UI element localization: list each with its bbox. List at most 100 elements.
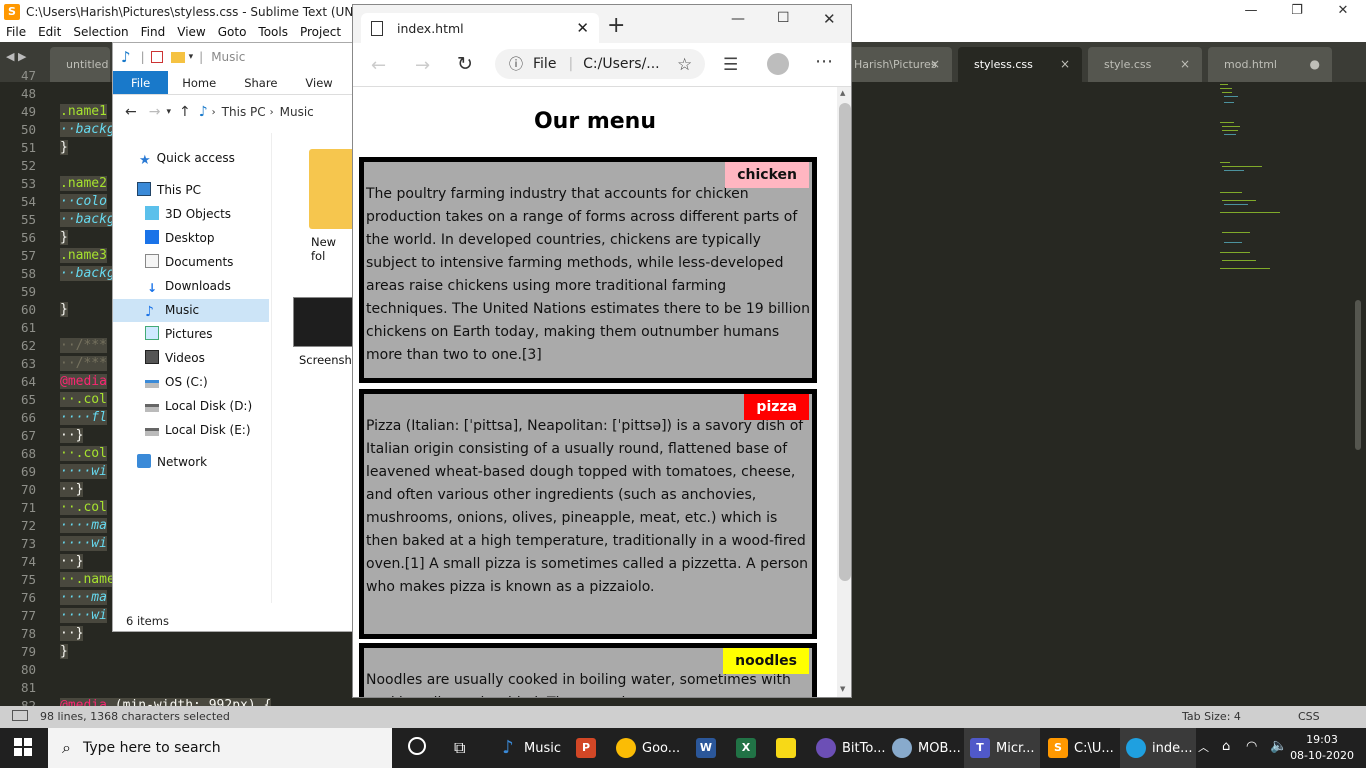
- tab-close-icon[interactable]: ×: [1060, 47, 1070, 82]
- taskbar-app-teams[interactable]: T Micr...: [964, 728, 1040, 768]
- ribbon-tab-share[interactable]: Share: [230, 71, 291, 94]
- syntax-status[interactable]: CSS: [1298, 710, 1320, 723]
- nav-documents[interactable]: Documents: [113, 251, 269, 274]
- tab-styless-css[interactable]: styless.css ×: [958, 47, 1082, 82]
- taskbar-app-chrome[interactable]: Goo...: [610, 728, 686, 768]
- line-number: 72: [20, 518, 36, 533]
- more-options-icon[interactable]: ⋯: [815, 51, 833, 72]
- info-icon[interactable]: ⓘ: [509, 54, 523, 74]
- taskbar-clock[interactable]: 19:03 08-10-2020: [1290, 732, 1354, 764]
- taskbar-app-sublime[interactable]: S C:\U...: [1042, 728, 1118, 768]
- edge-tab-bar: index.html ✕ + — ☐ ✕: [353, 5, 851, 43]
- restore-icon[interactable]: ❐: [1274, 0, 1320, 24]
- close-icon[interactable]: ✕: [1320, 0, 1366, 24]
- breadcrumb-this-pc[interactable]: This PC: [222, 105, 266, 119]
- favorite-star-icon[interactable]: ☆: [677, 55, 692, 75]
- close-tab-icon[interactable]: ✕: [576, 19, 589, 37]
- recent-locations-icon[interactable]: ▾: [166, 107, 171, 117]
- browser-tab[interactable]: index.html ✕: [361, 13, 599, 43]
- menu-tools[interactable]: Tools: [252, 24, 294, 42]
- taskbar-app-edge[interactable]: inde...: [1120, 728, 1196, 768]
- volume-icon[interactable]: 🔈: [1270, 738, 1287, 754]
- back-arrow-icon[interactable]: ←: [371, 55, 386, 76]
- tab-untitled[interactable]: untitled: [50, 47, 110, 82]
- panel-toggle-icon[interactable]: [12, 710, 28, 721]
- close-window-icon[interactable]: ✕: [823, 10, 836, 28]
- scroll-down-icon[interactable]: ▼: [840, 685, 845, 693]
- ribbon-tab-view[interactable]: View: [291, 71, 346, 94]
- menu-project[interactable]: Project: [294, 24, 347, 42]
- taskbar-app-sticky-notes[interactable]: [770, 728, 806, 768]
- menu-find[interactable]: Find: [135, 24, 172, 42]
- show-hidden-icons-icon[interactable]: ︿: [1198, 739, 1209, 755]
- taskbar-app-powerpoint[interactable]: P: [570, 728, 606, 768]
- nav-network[interactable]: Network: [113, 451, 269, 474]
- tab-scroll-arrows-icon[interactable]: ◀ ▶: [6, 50, 26, 63]
- up-arrow-icon[interactable]: ↑: [179, 104, 191, 120]
- folder-icon[interactable]: [170, 51, 185, 63]
- windows-start-icon[interactable]: [14, 738, 32, 756]
- nav-os-c[interactable]: OS (C:): [113, 371, 269, 394]
- ribbon-tab-file[interactable]: File: [113, 71, 169, 94]
- nav-music[interactable]: ♪ Music: [113, 299, 269, 322]
- taskbar-app-music[interactable]: ♪ Music: [492, 728, 564, 768]
- minimize-icon[interactable]: —: [1228, 0, 1274, 24]
- cortana-icon[interactable]: [408, 737, 426, 755]
- tab-dirty-icon[interactable]: ●: [1310, 47, 1320, 82]
- tab-close-icon[interactable]: ×: [1180, 47, 1190, 82]
- address-bar[interactable]: ⓘ File | C:/Users/...: [495, 49, 705, 79]
- favorites-list-icon[interactable]: ☰: [723, 55, 738, 75]
- tab-close-icon[interactable]: ×: [930, 47, 940, 82]
- maximize-icon[interactable]: ☐: [777, 10, 790, 26]
- quick-access-toolbar-dropdown-icon[interactable]: ▾: [189, 52, 194, 62]
- line-number: 65: [20, 392, 36, 407]
- nav-this-pc[interactable]: This PC: [113, 179, 269, 202]
- taskbar-app-mobaxterm[interactable]: MOB...: [886, 728, 962, 768]
- new-tab-button[interactable]: +: [607, 13, 625, 38]
- nav-downloads[interactable]: ↓ Downloads: [113, 275, 269, 298]
- sublime-minimap[interactable]: [1218, 82, 1350, 282]
- menu-selection[interactable]: Selection: [67, 24, 134, 42]
- forward-arrow-icon[interactable]: →: [415, 55, 430, 76]
- nav-local-disk-e[interactable]: Local Disk (E:): [113, 419, 269, 442]
- breadcrumb-music[interactable]: Music: [280, 105, 314, 119]
- tab-harish-pictures[interactable]: Harish\Pictures ×: [838, 47, 952, 82]
- task-view-icon[interactable]: ⧉: [454, 738, 465, 758]
- network-tray-icon[interactable]: ⌂: [1222, 739, 1230, 754]
- sublime-status-bar: 98 lines, 1368 characters selected Tab S…: [0, 706, 1366, 728]
- sublime-scrollbar[interactable]: [1355, 300, 1361, 450]
- nav-pictures[interactable]: Pictures: [113, 323, 269, 346]
- scroll-up-icon[interactable]: ▲: [840, 89, 845, 97]
- nav-quick-access[interactable]: ★ Quick access: [113, 147, 269, 170]
- minimize-icon[interactable]: —: [731, 11, 745, 27]
- taskbar-app-bittorrent[interactable]: BitTo...: [810, 728, 886, 768]
- folder-label[interactable]: New fol: [311, 235, 353, 263]
- ribbon-tab-home[interactable]: Home: [168, 71, 230, 94]
- menu-goto[interactable]: Goto: [212, 24, 253, 42]
- back-arrow-icon[interactable]: ←: [125, 104, 137, 120]
- tab-style-css[interactable]: style.css ×: [1088, 47, 1202, 82]
- menu-view[interactable]: View: [171, 24, 211, 42]
- taskbar-app-excel[interactable]: X: [730, 728, 766, 768]
- screenshot-label[interactable]: Screensho: [299, 353, 353, 367]
- refresh-icon[interactable]: ↻: [457, 53, 473, 75]
- taskbar-search-box[interactable]: ⌕ Type here to search: [48, 728, 392, 768]
- chrome-icon: [616, 738, 636, 758]
- scrollbar-thumb[interactable]: [839, 103, 851, 581]
- folder-icon[interactable]: [309, 149, 353, 229]
- menu-file[interactable]: File: [0, 24, 32, 42]
- properties-icon[interactable]: [150, 51, 163, 63]
- nav-local-disk-d[interactable]: Local Disk (D:): [113, 395, 269, 418]
- nav-3d-objects[interactable]: 3D Objects: [113, 203, 269, 226]
- taskbar-app-word[interactable]: W: [690, 728, 726, 768]
- tab-mod-html[interactable]: mod.html ●: [1208, 47, 1332, 82]
- screenshot-thumbnail[interactable]: [293, 297, 353, 347]
- line-number: 53: [20, 176, 36, 191]
- wifi-icon[interactable]: ◠: [1246, 739, 1257, 754]
- tab-size-status[interactable]: Tab Size: 4: [1182, 710, 1241, 723]
- nav-videos[interactable]: Videos: [113, 347, 269, 370]
- forward-arrow-icon[interactable]: →: [149, 104, 161, 120]
- menu-edit[interactable]: Edit: [32, 24, 67, 42]
- profile-avatar-icon[interactable]: [767, 53, 789, 75]
- nav-desktop[interactable]: Desktop: [113, 227, 269, 250]
